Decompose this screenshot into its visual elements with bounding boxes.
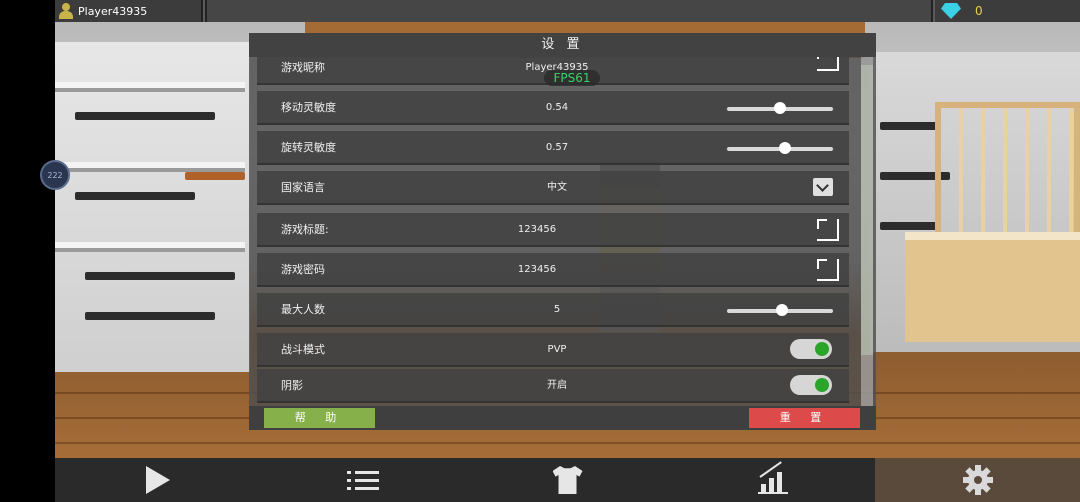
edit-icon[interactable] bbox=[817, 57, 839, 71]
setting-value: PVP bbox=[547, 344, 567, 355]
rifle-graphic bbox=[85, 312, 215, 320]
top-bar: Player43935 0 bbox=[55, 0, 1080, 22]
shop-counter bbox=[905, 232, 1080, 342]
nav-settings[interactable] bbox=[875, 458, 1080, 502]
shelf bbox=[55, 162, 245, 172]
setting-value: 123456 bbox=[517, 224, 557, 235]
rifle-graphic bbox=[75, 112, 215, 120]
scroll-thumb[interactable] bbox=[861, 65, 873, 355]
slider-handle[interactable] bbox=[774, 102, 786, 114]
gem-count: 0 bbox=[975, 4, 983, 18]
max-players-slider[interactable] bbox=[727, 304, 833, 316]
gem-counter[interactable]: 0 bbox=[935, 0, 1080, 22]
nav-play[interactable] bbox=[55, 458, 260, 502]
floor-line bbox=[55, 442, 1080, 444]
fps-counter: FPS61 bbox=[544, 70, 600, 86]
setting-label: 移动灵敏度 bbox=[281, 101, 336, 114]
reset-button[interactable]: 重 置 bbox=[749, 408, 860, 428]
setting-value: 中文 bbox=[547, 182, 567, 193]
setting-row-language: 国家语言 中文 bbox=[257, 171, 849, 205]
rifle-graphic bbox=[85, 272, 235, 280]
setting-row-move-sensitivity: 移动灵敏度 0.54 bbox=[257, 91, 849, 125]
shadows-toggle[interactable] bbox=[790, 375, 832, 395]
edit-icon[interactable] bbox=[817, 259, 839, 281]
settings-footer: 帮 助 重 置 bbox=[249, 406, 876, 430]
pistol-graphic bbox=[880, 122, 940, 130]
bottom-nav bbox=[55, 458, 1080, 502]
chevron-down-icon[interactable] bbox=[813, 178, 833, 196]
setting-row-combat-mode: 战斗模式 PVP bbox=[257, 333, 849, 367]
setting-row-game-title: 游戏标题: 123456 bbox=[257, 213, 849, 247]
shirt-icon bbox=[552, 466, 583, 494]
slider-handle[interactable] bbox=[776, 304, 789, 316]
rotate-sensitivity-slider[interactable] bbox=[727, 142, 833, 154]
gear-icon bbox=[962, 465, 993, 495]
top-bar-center bbox=[205, 0, 933, 22]
toggle-knob bbox=[815, 342, 829, 356]
player-profile[interactable]: Player43935 bbox=[55, 0, 203, 22]
diamond-icon bbox=[941, 3, 961, 19]
left-letterbox bbox=[0, 0, 55, 502]
nav-list[interactable] bbox=[260, 458, 465, 502]
setting-row-rotate-sensitivity: 旋转灵敏度 0.57 bbox=[257, 131, 849, 165]
settings-list[interactable]: 游戏昵称 Player43935 移动灵敏度 0.54 旋转灵敏度 0.57 国… bbox=[257, 57, 859, 427]
settings-panel: 设 置 游戏昵称 Player43935 移动灵敏度 0.54 旋转灵敏度 0.… bbox=[249, 33, 876, 430]
settings-title: 设 置 bbox=[249, 33, 876, 57]
setting-label: 游戏标题: bbox=[281, 223, 329, 236]
chart-icon bbox=[757, 461, 788, 494]
setting-label: 阴影 bbox=[281, 379, 303, 392]
ping-value: 222 bbox=[47, 170, 63, 180]
setting-label: 游戏密码 bbox=[281, 263, 325, 276]
setting-row-password: 游戏密码 123456 bbox=[257, 253, 849, 287]
weapon-wall-left bbox=[55, 42, 250, 372]
setting-row-shadows: 阴影 开启 bbox=[257, 369, 849, 403]
setting-value: 5 bbox=[553, 304, 561, 315]
setting-label: 游戏昵称 bbox=[281, 61, 325, 74]
setting-label: 国家语言 bbox=[281, 181, 325, 194]
edit-icon[interactable] bbox=[817, 219, 839, 241]
game-screen: Player43935 0 222 设 置 游戏昵称 Player43935 移… bbox=[0, 0, 1080, 502]
nav-stats[interactable] bbox=[670, 458, 875, 502]
player-avatar-icon bbox=[59, 3, 73, 19]
settings-scrollbar[interactable] bbox=[861, 57, 873, 427]
nav-skins[interactable] bbox=[465, 458, 670, 502]
ping-badge[interactable]: 222 bbox=[40, 160, 70, 190]
move-sensitivity-slider[interactable] bbox=[727, 102, 833, 114]
setting-label: 战斗模式 bbox=[281, 343, 325, 356]
shelf bbox=[55, 242, 245, 252]
pistol-graphic bbox=[880, 222, 940, 230]
help-button[interactable]: 帮 助 bbox=[264, 408, 375, 428]
shelf bbox=[55, 82, 245, 92]
player-name: Player43935 bbox=[78, 4, 148, 18]
play-icon bbox=[145, 466, 170, 494]
setting-value: 123456 bbox=[517, 264, 557, 275]
rifle-graphic bbox=[75, 192, 195, 200]
setting-row-max-players: 最大人数 5 bbox=[257, 293, 849, 327]
setting-value: 0.54 bbox=[545, 102, 569, 113]
combat-mode-toggle[interactable] bbox=[790, 339, 832, 359]
setting-label: 最大人数 bbox=[281, 303, 325, 316]
toggle-knob bbox=[815, 378, 829, 392]
slider-handle[interactable] bbox=[779, 142, 792, 154]
list-icon bbox=[346, 469, 379, 491]
rifle-graphic bbox=[185, 172, 245, 180]
setting-value: 开启 bbox=[547, 380, 567, 391]
setting-label: 旋转灵敏度 bbox=[281, 141, 336, 154]
setting-value: 0.57 bbox=[545, 142, 569, 153]
